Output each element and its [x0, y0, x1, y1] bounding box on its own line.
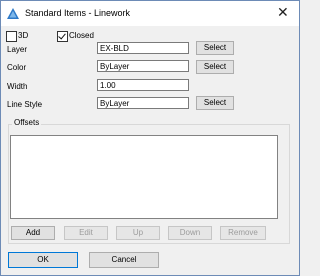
line-style-label: Line Style — [7, 100, 43, 109]
remove-button[interactable]: Remove — [220, 226, 266, 240]
edit-button[interactable]: Edit — [64, 226, 108, 240]
title-bar: Standard Items - Linework ✕ — [1, 1, 299, 26]
color-select-button[interactable]: Select — [196, 60, 234, 74]
ok-button[interactable]: OK — [8, 252, 78, 268]
color-label: Color — [7, 63, 27, 72]
down-button[interactable]: Down — [168, 226, 212, 240]
3d-checkbox[interactable] — [6, 31, 17, 42]
cancel-button[interactable]: Cancel — [89, 252, 159, 268]
window-title: Standard Items - Linework — [25, 8, 131, 18]
color-field[interactable]: ByLayer — [97, 60, 189, 72]
width-field[interactable]: 1.00 — [97, 79, 189, 91]
close-icon[interactable]: ✕ — [277, 4, 289, 20]
offsets-list[interactable] — [10, 135, 278, 219]
3d-label: 3D — [18, 31, 29, 40]
closed-label: Closed — [69, 31, 94, 40]
up-button[interactable]: Up — [116, 226, 160, 240]
closed-checkbox[interactable] — [57, 31, 68, 42]
line-style-field[interactable]: ByLayer — [97, 97, 189, 109]
add-button[interactable]: Add — [11, 226, 55, 240]
layer-select-button[interactable]: Select — [196, 41, 234, 55]
offsets-group-label: Offsets — [12, 118, 42, 127]
app-icon — [7, 8, 19, 19]
line-style-select-button[interactable]: Select — [196, 96, 234, 110]
layer-field[interactable]: EX-BLD — [97, 42, 189, 54]
width-label: Width — [7, 82, 28, 91]
layer-label: Layer — [7, 45, 28, 54]
